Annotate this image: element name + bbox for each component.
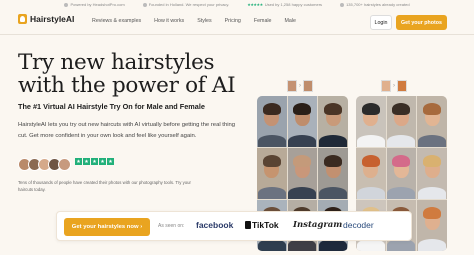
- customer-count-text: Used by 1,258 happy customers: [264, 2, 323, 7]
- hairstyle-photo: [417, 200, 447, 251]
- star-icon: ★: [99, 158, 106, 165]
- star-icon: ★: [107, 158, 114, 165]
- hairstyle-count: 135,700+ hairstyles already created: [340, 2, 410, 7]
- hairstyle-photo: [356, 96, 386, 147]
- photo-hair: [262, 155, 281, 168]
- photo-hair: [361, 155, 380, 168]
- hairstyle-photo: [257, 96, 287, 147]
- photo-shoulders: [387, 135, 416, 147]
- photo-hair: [423, 207, 442, 220]
- founded-text: Founded in Holland. We respect your priv…: [148, 2, 230, 7]
- hairstyle-photo: [417, 148, 447, 199]
- photo-shoulders: [387, 187, 416, 199]
- nav-link-female[interactable]: Female: [254, 18, 272, 24]
- male-before-after: ›: [287, 80, 313, 92]
- photo-hair: [262, 103, 281, 116]
- powered-by-text: Powered by HeadshotPro.com: [70, 2, 125, 7]
- before-thumbnail: [287, 80, 297, 92]
- hero-description: HairstyleAI lets you try out new haircut…: [18, 122, 236, 139]
- arrow-right-icon: ›: [393, 83, 395, 89]
- photo-hair: [324, 103, 343, 116]
- photo-shoulders: [418, 239, 447, 251]
- hairstyle-photo: [417, 96, 447, 147]
- photo-hair: [392, 155, 411, 168]
- photo-shoulders: [288, 135, 317, 147]
- star-icon: ★: [75, 158, 82, 165]
- camera-icon: [64, 2, 69, 7]
- photo-shoulders: [356, 135, 385, 147]
- get-hairstyles-button[interactable]: Get your hairstyles now ›: [64, 218, 150, 236]
- nav-link-pricing[interactable]: Pricing: [225, 18, 241, 24]
- tiktok-logo: TikTok: [245, 220, 279, 230]
- avatar: [58, 158, 71, 171]
- announcement-bar: Powered by HeadshotPro.com Founded in Ho…: [0, 0, 474, 9]
- photo-icon: [340, 2, 345, 7]
- nav-link-reviews[interactable]: Reviews & examples: [92, 18, 141, 24]
- cta-bar: Get your hairstyles now › As seen on: fa…: [56, 211, 412, 241]
- hairstyle-photo: [356, 148, 386, 199]
- star-icon: ★: [83, 158, 90, 165]
- tiktok-text: TikTok: [252, 220, 279, 230]
- hairstyle-photo: [287, 96, 318, 147]
- photo-shoulders: [319, 135, 348, 147]
- photo-hair: [423, 155, 442, 168]
- hero-title-line-1: Try new hairstyles: [18, 50, 215, 75]
- hero-title-line-2: with the power of AI: [18, 73, 236, 98]
- photo-shoulders: [257, 187, 286, 199]
- hairstyle-count-text: 135,700+ hairstyles already created: [346, 2, 410, 7]
- photo-hair: [293, 155, 312, 168]
- tiktok-icon: [245, 221, 251, 229]
- social-proof-text: Tens of thousands of people have created…: [18, 180, 191, 192]
- photo-shoulders: [288, 187, 317, 199]
- get-photos-button[interactable]: Get your photos: [396, 15, 447, 30]
- photo-hair: [423, 103, 442, 116]
- logo-text: HairstyleAI: [30, 14, 75, 24]
- photo-shoulders: [319, 187, 348, 199]
- star-icon: ★: [91, 158, 98, 165]
- hairstyle-photo: [257, 148, 287, 199]
- star-rating-icon: ★★★★★: [247, 2, 263, 7]
- as-seen-on-label: As seen on:: [158, 223, 185, 229]
- instagram-logo: Instagram: [293, 220, 343, 230]
- hero-title: Try new hairstyles with the power of AI: [18, 51, 258, 97]
- powered-by: Powered by HeadshotPro.com: [64, 2, 125, 7]
- photo-shoulders: [356, 187, 385, 199]
- rating-stars: ★ ★ ★ ★ ★: [75, 158, 114, 165]
- hairstyle-photo: [386, 148, 417, 199]
- photo-hair: [324, 155, 343, 168]
- photo-shoulders: [418, 187, 447, 199]
- nav-links: Reviews & examples How it works Styles P…: [92, 18, 296, 24]
- customer-count: ★★★★★ Used by 1,258 happy customers: [247, 2, 322, 7]
- hairstyle-photo: [386, 96, 417, 147]
- after-thumbnail: [397, 80, 407, 92]
- login-button[interactable]: Login: [370, 15, 392, 30]
- facebook-logo: facebook: [196, 220, 234, 230]
- logo[interactable]: HairstyleAI: [18, 14, 74, 24]
- photo-hair: [293, 103, 312, 116]
- flag-icon: [142, 2, 147, 7]
- hairstyle-photo: [318, 96, 348, 147]
- nav-link-male[interactable]: Male: [285, 18, 296, 24]
- nav-link-styles[interactable]: Styles: [197, 18, 211, 24]
- photo-hair: [361, 103, 380, 116]
- nav-link-how-it-works[interactable]: How it works: [154, 18, 184, 24]
- photo-hair: [392, 103, 411, 116]
- before-thumbnail: [381, 80, 391, 92]
- hairstyle-photo: [287, 148, 318, 199]
- hero-subtitle: The #1 Virtual AI Hairstyle Try On for M…: [18, 102, 205, 111]
- female-before-after: ›: [381, 80, 407, 92]
- after-thumbnail: [303, 80, 313, 92]
- customer-avatars: [18, 158, 71, 171]
- hairstyle-photo: [318, 148, 348, 199]
- main-nav: HairstyleAI Reviews & examples How it wo…: [0, 9, 474, 35]
- photo-shoulders: [257, 135, 286, 147]
- logo-icon: [18, 14, 27, 24]
- photo-shoulders: [418, 135, 447, 147]
- founded-in: Founded in Holland. We respect your priv…: [142, 2, 230, 7]
- arrow-right-icon: ›: [299, 83, 301, 89]
- decoder-logo: decoder: [343, 220, 374, 230]
